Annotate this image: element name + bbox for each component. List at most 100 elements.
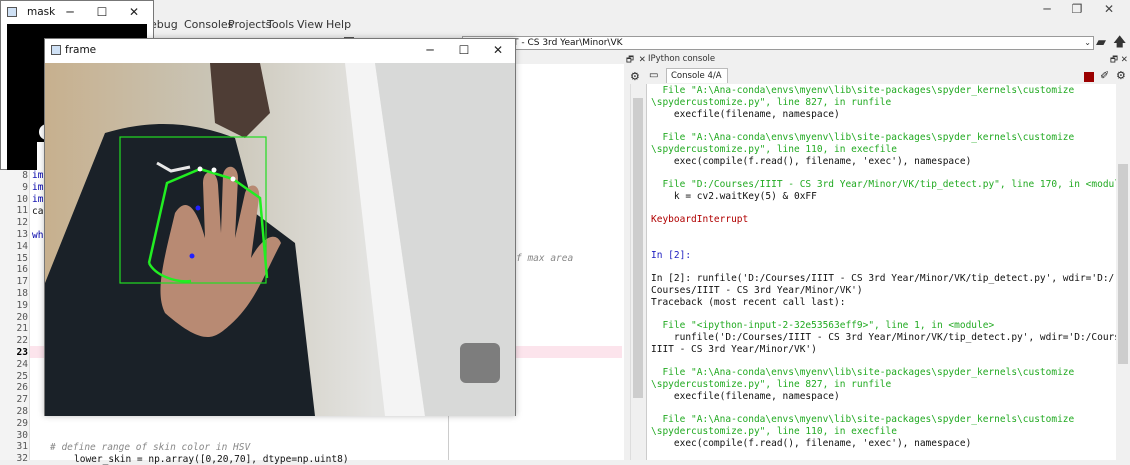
console-line: File "D:/Courses/IIIT - CS 3rd Year/Mino… [651,179,1130,190]
menu-projects[interactable]: Projects [228,18,271,31]
console-line: In [2]: [651,249,692,261]
stop-kernel-icon[interactable] [1084,72,1094,82]
line-number: 29 [16,417,28,429]
line-number: 17 [16,276,28,288]
line-number: 25 [16,370,28,382]
gear-icon[interactable]: ⚙ [1116,69,1126,82]
camera-frame [45,63,515,416]
code-line-31: # define range of skin color in HSV [50,442,251,453]
line-number: 15 [16,252,28,264]
menu-consoles[interactable]: Consoles [184,18,233,31]
working-directory-field[interactable]: T - CS 3rd Year\Minor\VK ⌄ [462,36,1094,50]
minimize-button[interactable]: ─ [59,3,81,21]
mask-title: mask [27,6,56,18]
working-directory-value: T - CS 3rd Year\Minor\VK [513,38,623,48]
console-line: File "A:\Ana-conda\envs\myenv\lib\site-p… [651,85,1075,96]
line-number: 26 [16,382,28,394]
door-handle [460,343,500,383]
line-number: 31 [16,441,28,453]
scroll-thumb[interactable] [633,98,643,398]
tab-console-4a[interactable]: Console 4/A ✕ [666,68,728,94]
console-line: exec(compile(f.read(), filename, 'exec')… [651,155,972,167]
line-number: 19 [16,299,28,311]
console-line: \spydercustomize.py", line 827, in runfi… [651,378,892,390]
console-line: \spydercustomize.py", line 827, in runfi… [651,96,892,108]
console-line: File "A:\Ana-conda\envs\myenv\lib\site-p… [651,367,1075,378]
fingertip-point [230,176,236,182]
console-line: Courses/IIIT - CS 3rd Year/Minor/VK') [651,284,863,296]
undock-icon[interactable]: 🗗 [1110,55,1118,65]
menu-tools[interactable]: Tools [267,18,294,31]
editor-pane-controls: 🗗 ✕ [626,54,646,68]
menubar: ebug Consoles Projects Tools View Help [0,16,1130,34]
line-number: 22 [16,335,28,347]
console-line: execfile(filename, namespace) [651,390,840,402]
frame-title: frame [65,44,97,56]
console-line: execfile(filename, namespace) [651,108,840,120]
console-line: k = cv2.waitKey(5) & 0xFF [651,190,817,202]
console-line: File "<ipython-input-2-32e53563eff9>", l… [651,320,995,331]
folder-open-icon[interactable]: ▰ [1096,35,1106,50]
line-number: 18 [16,288,28,299]
close-button[interactable]: ✕ [487,41,509,59]
console-line: File "A:\Ana-conda\envs\myenv\lib\site-p… [651,414,1075,425]
tab-label: Console 4/A [671,71,722,81]
gear-icon[interactable]: ⚙ [630,70,640,83]
line-number: 24 [16,358,28,370]
console-line: \spydercustomize.py", line 110, in execf… [651,143,897,155]
menu-help[interactable]: Help [326,18,351,31]
line-number: 16 [16,264,28,276]
line-number: 23 [16,347,28,358]
console-line: exec(compile(f.read(), filename, 'exec')… [651,437,972,449]
arrow-up-icon[interactable]: 🡅 [1113,33,1126,55]
line-number: 12 [16,217,28,229]
centroid-point [195,205,201,211]
console-line: Traceback (most recent call last): [651,296,846,308]
console-line: IIIT - CS 3rd Year/Minor/VK') [651,343,817,355]
console-line: KeyboardInterrupt [651,214,749,226]
line-number: 11 [16,205,28,217]
console-line: runfile('D:/Courses/IIIT - CS 3rd Year/M… [651,331,1130,343]
console-line: In [2]: runfile('D:/Courses/IIIT - CS 3r… [651,273,1115,284]
line-number: 20 [16,311,28,323]
line-number: 13 [16,229,28,240]
code-comment-fragment: f max area [516,253,574,264]
menu-view[interactable]: View [297,18,323,31]
ipython-pane-title: IPython console [648,54,716,64]
folder-icon[interactable]: ▭ [649,70,658,81]
maximize-button[interactable]: ☐ [453,41,475,59]
line-number: 9 [22,181,28,193]
fingertip-point [211,167,217,173]
editor-scrollbar[interactable] [630,84,644,460]
line-number: 32 [16,453,28,465]
console-line: File "A:\Ana-conda\envs\myenv\lib\site-p… [651,132,1075,143]
line-number: 10 [16,193,28,205]
frame-window[interactable]: frame ─ ☐ ✕ [44,38,516,416]
maximize-button[interactable]: ☐ [91,3,113,21]
ipython-pane-controls: 🗗 ✕ [1110,54,1128,68]
close-button[interactable]: ✕ [123,3,145,21]
chevron-down-icon[interactable]: ⌄ [1084,37,1091,49]
menu-debug[interactable]: ebug [150,18,178,31]
line-number: 21 [16,323,28,335]
minimize-button[interactable]: ─ [419,41,441,59]
undock-icon[interactable]: 🗗 [626,55,634,65]
fingertip-point [197,166,203,172]
line-number: 8 [22,170,28,181]
frame-titlebar[interactable]: frame ─ ☐ ✕ [45,39,515,63]
line-number: 27 [16,394,28,406]
ipython-console[interactable]: File "A:\Ana-conda\envs\myenv\lib\site-p… [646,84,1130,460]
line-number: 30 [16,429,28,441]
close-pane-icon[interactable]: ✕ [1121,55,1128,65]
line-number: 14 [16,240,28,252]
window-icon [51,45,61,55]
line-number: 28 [16,406,28,417]
defect-point [189,253,195,259]
scroll-thumb[interactable] [1118,164,1128,364]
console-scrollbar[interactable] [1116,84,1130,460]
mask-titlebar[interactable]: mask ─ ☐ ✕ [1,1,153,24]
eraser-icon[interactable]: ✐ [1100,69,1109,82]
console-line: \spydercustomize.py", line 110, in execf… [651,425,897,437]
close-pane-icon[interactable]: ✕ [639,55,646,65]
window-icon [7,7,17,17]
